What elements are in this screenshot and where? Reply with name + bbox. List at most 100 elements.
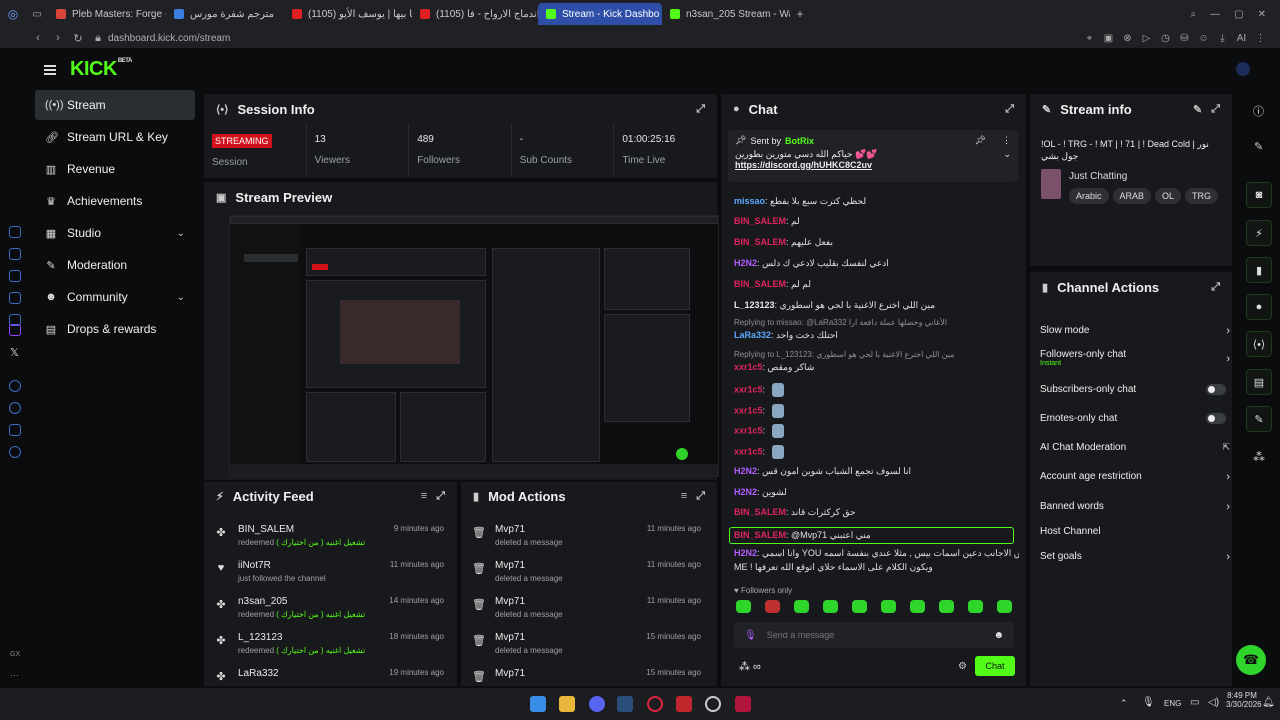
ai-icon[interactable]: AI: [1232, 33, 1251, 44]
extension-rail-icon[interactable]: [9, 424, 21, 436]
activity-user[interactable]: LaRa332: [238, 668, 279, 679]
user-avatar[interactable]: [1236, 62, 1250, 76]
chat-username[interactable]: xxr1c5: [734, 425, 763, 435]
messenger-icon[interactable]: [9, 248, 21, 260]
chat-username[interactable]: BIN_SALEM: [734, 216, 786, 226]
start-icon[interactable]: [530, 696, 546, 712]
record-app-icon[interactable]: [705, 696, 721, 712]
unpin-icon[interactable]: 📌︎: [975, 135, 986, 146]
action-slow-mode[interactable]: Slow mode ›: [1040, 325, 1230, 337]
message-input[interactable]: [766, 630, 984, 640]
community-icon[interactable]: ⁂ ∞: [739, 660, 761, 673]
action-followers-only[interactable]: Followers-only chat Instant ›: [1040, 349, 1230, 367]
action-banned-words[interactable]: Banned words ›: [1040, 501, 1230, 513]
stream-preview-video[interactable]: [229, 215, 719, 477]
wrench-dock-icon[interactable]: ✎: [1246, 406, 1272, 432]
category-label[interactable]: Just Chatting: [1069, 171, 1127, 182]
sidebar-item-studio[interactable]: ▦ Studio ⌄: [35, 218, 195, 248]
subscribers-only-toggle[interactable]: [1206, 384, 1226, 395]
bolt-dock-icon[interactable]: ⚡︎: [1246, 220, 1272, 246]
steam-icon[interactable]: [617, 696, 633, 712]
pin-ext-icon[interactable]: ⌖: [1080, 33, 1099, 44]
block-icon[interactable]: ⊗: [1118, 33, 1137, 44]
tab-n3san-stream[interactable]: n3san_205 Stream - Watc: [662, 3, 790, 25]
mail-icon[interactable]: [9, 292, 21, 304]
expand-icon[interactable]: ⤢: [696, 490, 705, 503]
emote-icon[interactable]: [997, 600, 1012, 613]
sidebar-item-moderation[interactable]: ✎ Moderation: [35, 250, 195, 280]
profile-icon[interactable]: ☺: [1194, 33, 1213, 44]
sidebar-item-revenue[interactable]: ▥ Revenue: [35, 154, 195, 184]
emote-icon[interactable]: [823, 600, 838, 613]
tab-morse[interactable]: مترجم شفرة مورس: [166, 3, 284, 25]
forward-icon[interactable]: ›: [48, 32, 68, 44]
expand-icon[interactable]: ⤢: [1211, 103, 1220, 116]
browser-profile-icon[interactable]: ◎: [0, 7, 26, 21]
emote-icon[interactable]: [910, 600, 925, 613]
expand-icon[interactable]: ⤢: [1005, 103, 1014, 116]
emoji-icon[interactable]: ☻: [993, 630, 1004, 641]
expand-icon[interactable]: ⤢: [696, 103, 705, 116]
mod-user[interactable]: Mvp71: [495, 560, 525, 571]
action-ai-moderation[interactable]: AI Chat Moderation ⇱: [1040, 442, 1230, 453]
player-icon[interactable]: [9, 380, 21, 392]
emote-icon[interactable]: [881, 600, 896, 613]
document-dock-icon[interactable]: ▮: [1246, 257, 1272, 283]
apps-icon[interactable]: ⁂: [1253, 450, 1265, 464]
activity-user[interactable]: BIN_SALEM: [238, 524, 294, 535]
opera-gx-icon[interactable]: [647, 696, 663, 712]
tag-pill[interactable]: OL: [1155, 188, 1182, 204]
chat-username[interactable]: xxr1c5: [734, 446, 763, 456]
minimize-icon[interactable]: —: [1210, 9, 1220, 20]
chat-username[interactable]: xxr1c5: [734, 384, 763, 394]
emote-icon[interactable]: [968, 600, 983, 613]
kick-logo[interactable]: KICKBETA: [70, 58, 132, 81]
notifications-icon[interactable]: 🔔︎: [1262, 697, 1275, 708]
volume-icon[interactable]: ◁): [1208, 697, 1219, 708]
chat-username[interactable]: BIN_SALEM: [734, 507, 786, 517]
mod-user[interactable]: Mvp71: [495, 632, 525, 643]
discord-icon[interactable]: [589, 696, 605, 712]
assistant-icon[interactable]: [9, 226, 21, 238]
back-icon[interactable]: ‹: [28, 32, 48, 44]
chat-username[interactable]: BIN_SALEM: [734, 237, 786, 247]
tab-youtube-2[interactable]: (1105) اندماج الارواح - فا...: [412, 3, 538, 25]
clock[interactable]: 8:49 PM 3/30/2026: [1226, 691, 1262, 709]
chat-username[interactable]: xxr1c5: [734, 362, 763, 372]
hamburger-menu-icon[interactable]: [44, 64, 56, 75]
expand-icon[interactable]: ⤢: [436, 490, 445, 503]
language-indicator[interactable]: ENG: [1164, 699, 1181, 708]
vpn-icon[interactable]: ◷: [1156, 33, 1175, 44]
download-icon[interactable]: ⤓: [1213, 33, 1232, 44]
pinned-user[interactable]: BotRix: [785, 136, 814, 146]
emote-icon[interactable]: [939, 600, 954, 613]
chat-username[interactable]: H2N2: [734, 487, 757, 497]
chat-username[interactable]: BIN_SALEM: [734, 279, 786, 289]
collapse-pin-icon[interactable]: ⌄: [1003, 149, 1011, 160]
tag-pill[interactable]: ARAB: [1112, 188, 1152, 204]
media-icon[interactable]: ▷: [1137, 33, 1156, 44]
sidebar-item-community[interactable]: ☻ Community ⌄: [35, 282, 195, 312]
anime-app-icon[interactable]: [735, 696, 751, 712]
edit-icon[interactable]: ✎: [1193, 103, 1202, 116]
list-dock-icon[interactable]: ▤: [1246, 369, 1272, 395]
url-field[interactable]: dashboard.kick.com/stream: [108, 33, 408, 44]
more-icon[interactable]: ⋯: [10, 670, 19, 681]
voice-app-icon[interactable]: [676, 696, 692, 712]
action-host-channel[interactable]: Host Channel: [1040, 526, 1230, 537]
action-account-age[interactable]: Account age restriction ›: [1040, 471, 1230, 483]
emote-icon[interactable]: [765, 600, 780, 613]
sidebar-item-achievements[interactable]: ♛ Achievements: [35, 186, 195, 216]
close-window-icon[interactable]: ✕: [1258, 9, 1266, 20]
mod-user[interactable]: Mvp71: [495, 524, 525, 535]
history-icon[interactable]: [9, 402, 21, 414]
chat-username[interactable]: xxr1c5: [734, 405, 763, 415]
action-set-goals[interactable]: Set goals ›: [1040, 551, 1230, 563]
network-icon[interactable]: ▭: [1190, 697, 1199, 708]
tab-pleb-masters[interactable]: Pleb Masters: Forge - GTA: [48, 3, 166, 25]
twitch-icon[interactable]: [9, 324, 21, 336]
emote-icon[interactable]: [852, 600, 867, 613]
gx-icon[interactable]: GX: [10, 651, 20, 658]
filter-icon[interactable]: ≡: [421, 490, 427, 502]
chat-username[interactable]: missao: [734, 196, 765, 206]
